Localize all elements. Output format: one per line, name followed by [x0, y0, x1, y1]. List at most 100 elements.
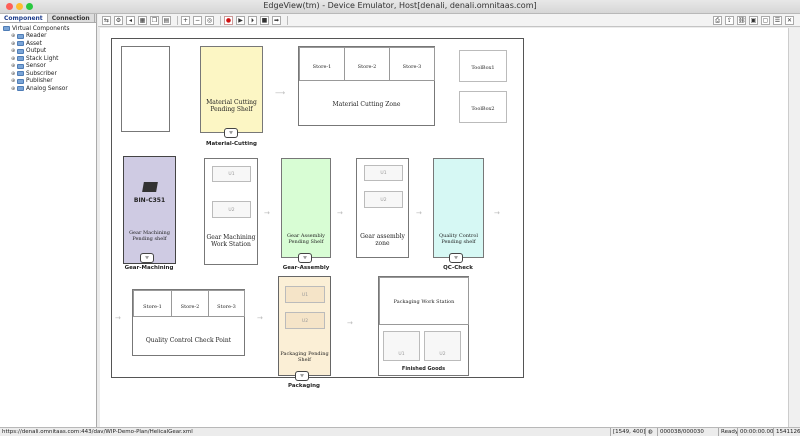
save-icon[interactable]: ▣ [749, 16, 758, 25]
unit-cell[interactable]: U2 [424, 331, 461, 361]
clipboard-icon[interactable]: ▤ [162, 15, 171, 25]
arrow-icon: → [416, 209, 422, 217]
gear-machining-caption: Gear-Machining [124, 265, 174, 271]
list-icon[interactable]: ☰ [773, 16, 782, 25]
gear-machining-shelf-label: Gear Machining Pending shelf [129, 230, 170, 242]
gear-machining-work-station[interactable]: U1 U2 Gear Machining Work Station [204, 158, 258, 265]
packaging-ws-label: Packaging Work Station [393, 299, 455, 305]
forward-icon[interactable]: ➡ [272, 15, 281, 25]
layout-canvas[interactable]: Material Cutting Pending Shelf ᯤ Materia… [100, 28, 788, 427]
stop-icon[interactable]: ■ [260, 15, 269, 25]
bin-icon [142, 182, 158, 192]
arrow-icon: → [257, 314, 263, 322]
gear-assembly-caption: Gear-Assembly [282, 265, 330, 271]
qc-shelf-label: Quality Control Pending shelf [439, 233, 478, 245]
link-icon[interactable]: ⛓ [737, 16, 746, 25]
folder-icon [17, 56, 24, 62]
tree-item-label: Reader [26, 33, 47, 40]
folder-icon [17, 63, 24, 69]
folder-icon [17, 48, 24, 54]
packaging-ws-area[interactable]: Packaging Work Station [379, 277, 469, 325]
toolbar-right-group: ⎙ ⇪ ⛓ ▣ ▢ ☰ ✕ [710, 16, 794, 25]
rfid-reader-icon[interactable]: ᯤ [140, 253, 154, 263]
vertical-scrollbar[interactable] [788, 28, 800, 427]
close-icon[interactable]: ✕ [785, 16, 794, 25]
grid-icon[interactable]: ▦ [138, 15, 147, 25]
print-icon[interactable]: ⎙ [713, 16, 722, 25]
store-cell[interactable]: Store-1 [133, 290, 172, 317]
tree-item-subscriber[interactable]: ⊕ Subscriber [3, 70, 96, 78]
tree-item-sensor[interactable]: ⊕ Sensor [3, 63, 96, 71]
store-label: Store-3 [402, 64, 422, 70]
settings-icon[interactable]: ⚙ [114, 15, 123, 25]
toolbox[interactable]: ToolBox1 [459, 50, 507, 82]
unit-cell[interactable]: U1 [212, 166, 251, 182]
gear-assembly-shelf-label: Gear Assembly Pending Shelf [287, 233, 325, 245]
globe-icon: ◍ [645, 428, 657, 436]
store-cell[interactable]: Store-2 [344, 47, 390, 81]
zoom-fit-icon[interactable]: ◎ [205, 15, 214, 25]
unit-cell[interactable]: U1 [383, 331, 420, 361]
empty-shelf[interactable] [121, 46, 170, 132]
material-cutting-caption: Material-Cutting [206, 141, 257, 147]
qc-check-point[interactable]: Store-1 Store-2 Store-3 Quality Control … [132, 289, 245, 356]
unit-cell[interactable]: U2 [364, 191, 403, 208]
store-label: Store-2 [180, 304, 200, 310]
back-icon[interactable]: ◂ [126, 15, 135, 25]
tree-item-label: Output [26, 48, 47, 55]
folder-icon [17, 41, 24, 47]
tab-component[interactable]: Component [0, 14, 48, 22]
material-cutting-zone[interactable]: Store-1 Store-2 Store-3 Material Cutting… [298, 46, 435, 126]
export-icon[interactable]: ⇪ [725, 16, 734, 25]
store-cell[interactable]: Store-3 [208, 290, 245, 317]
status-bar: https://denali.omnitaas.com:443/dav/WIP-… [0, 427, 800, 436]
unit-cell[interactable]: U1 [364, 165, 403, 181]
packaging-work-station[interactable]: Packaging Work Station U1 U2 Finished Go… [378, 276, 469, 376]
status-counter: 000038/000030 [657, 428, 704, 436]
play-icon[interactable]: ▶ [236, 15, 245, 25]
record-icon[interactable]: ● [224, 15, 233, 25]
gear-machining-shelf[interactable]: BIN-C351 Gear Machining Pending shelf [123, 156, 176, 264]
zoom-out-icon[interactable]: − [193, 15, 202, 25]
qc-shelf[interactable]: Quality Control Pending shelf [433, 158, 484, 258]
tree-item-reader[interactable]: ⊕ Reader [3, 33, 96, 41]
tree-item-label: Subscriber [26, 70, 57, 77]
rfid-reader-icon[interactable]: ᯤ [298, 253, 312, 263]
gear-assembly-shelf[interactable]: Gear Assembly Pending Shelf [281, 158, 331, 258]
folder-icon [17, 78, 24, 84]
unit-cell[interactable]: U2 [212, 201, 251, 218]
step-icon[interactable]: ⏵ [248, 15, 257, 25]
tree-item-publisher[interactable]: ⊕ Publisher [3, 78, 96, 86]
packaging-shelf[interactable]: U1 U2 Packaging Pending Shelf [278, 276, 331, 376]
rfid-reader-icon[interactable]: ᯤ [449, 253, 463, 263]
tree-item-analog-sensor[interactable]: ⊕ Analog Sensor [3, 85, 96, 93]
tree-item-asset[interactable]: ⊕ Asset [3, 40, 96, 48]
arrow-icon: → [494, 209, 500, 217]
finished-goods-label: Finished Goods [401, 366, 446, 372]
open-icon[interactable]: ▢ [761, 16, 770, 25]
unit-cell[interactable]: U2 [285, 312, 325, 329]
store-cell[interactable]: Store-3 [389, 47, 435, 81]
rfid-reader-icon[interactable]: ᯤ [295, 371, 309, 381]
rfid-reader-icon[interactable]: ᯤ [224, 128, 238, 138]
tree-root[interactable]: Virtual Components [3, 25, 96, 33]
status-state: Ready [718, 428, 738, 436]
layout-icon[interactable]: ⇆ [102, 15, 111, 25]
tree-item-label: Publisher [26, 78, 53, 85]
tree-item-output[interactable]: ⊕ Output [3, 48, 96, 56]
store-cell[interactable]: Store-2 [171, 290, 209, 317]
zoom-in-icon[interactable]: + [181, 15, 190, 25]
tab-connection[interactable]: Connection [48, 14, 95, 22]
gear-assembly-zone[interactable]: U1 U2 Gear assembly zone [356, 158, 409, 258]
cutting-zone-label: Material Cutting Zone [332, 101, 401, 108]
material-cutting-shelf[interactable]: Material Cutting Pending Shelf [200, 46, 263, 133]
packaging-caption: Packaging [288, 383, 320, 389]
component-tree: Virtual Components ⊕ Reader ⊕ Asset ⊕ Outpu… [0, 23, 96, 93]
tree-item-label: Asset [26, 40, 42, 47]
tree-item-stack-light[interactable]: ⊕ Stack Light [3, 55, 96, 63]
toolbox[interactable]: ToolBox2 [459, 91, 507, 123]
copy-icon[interactable]: ❐ [150, 15, 159, 25]
unit-cell[interactable]: U1 [285, 286, 325, 303]
toolbox-label: ToolBox2 [471, 106, 495, 112]
store-cell[interactable]: Store-1 [299, 47, 345, 81]
